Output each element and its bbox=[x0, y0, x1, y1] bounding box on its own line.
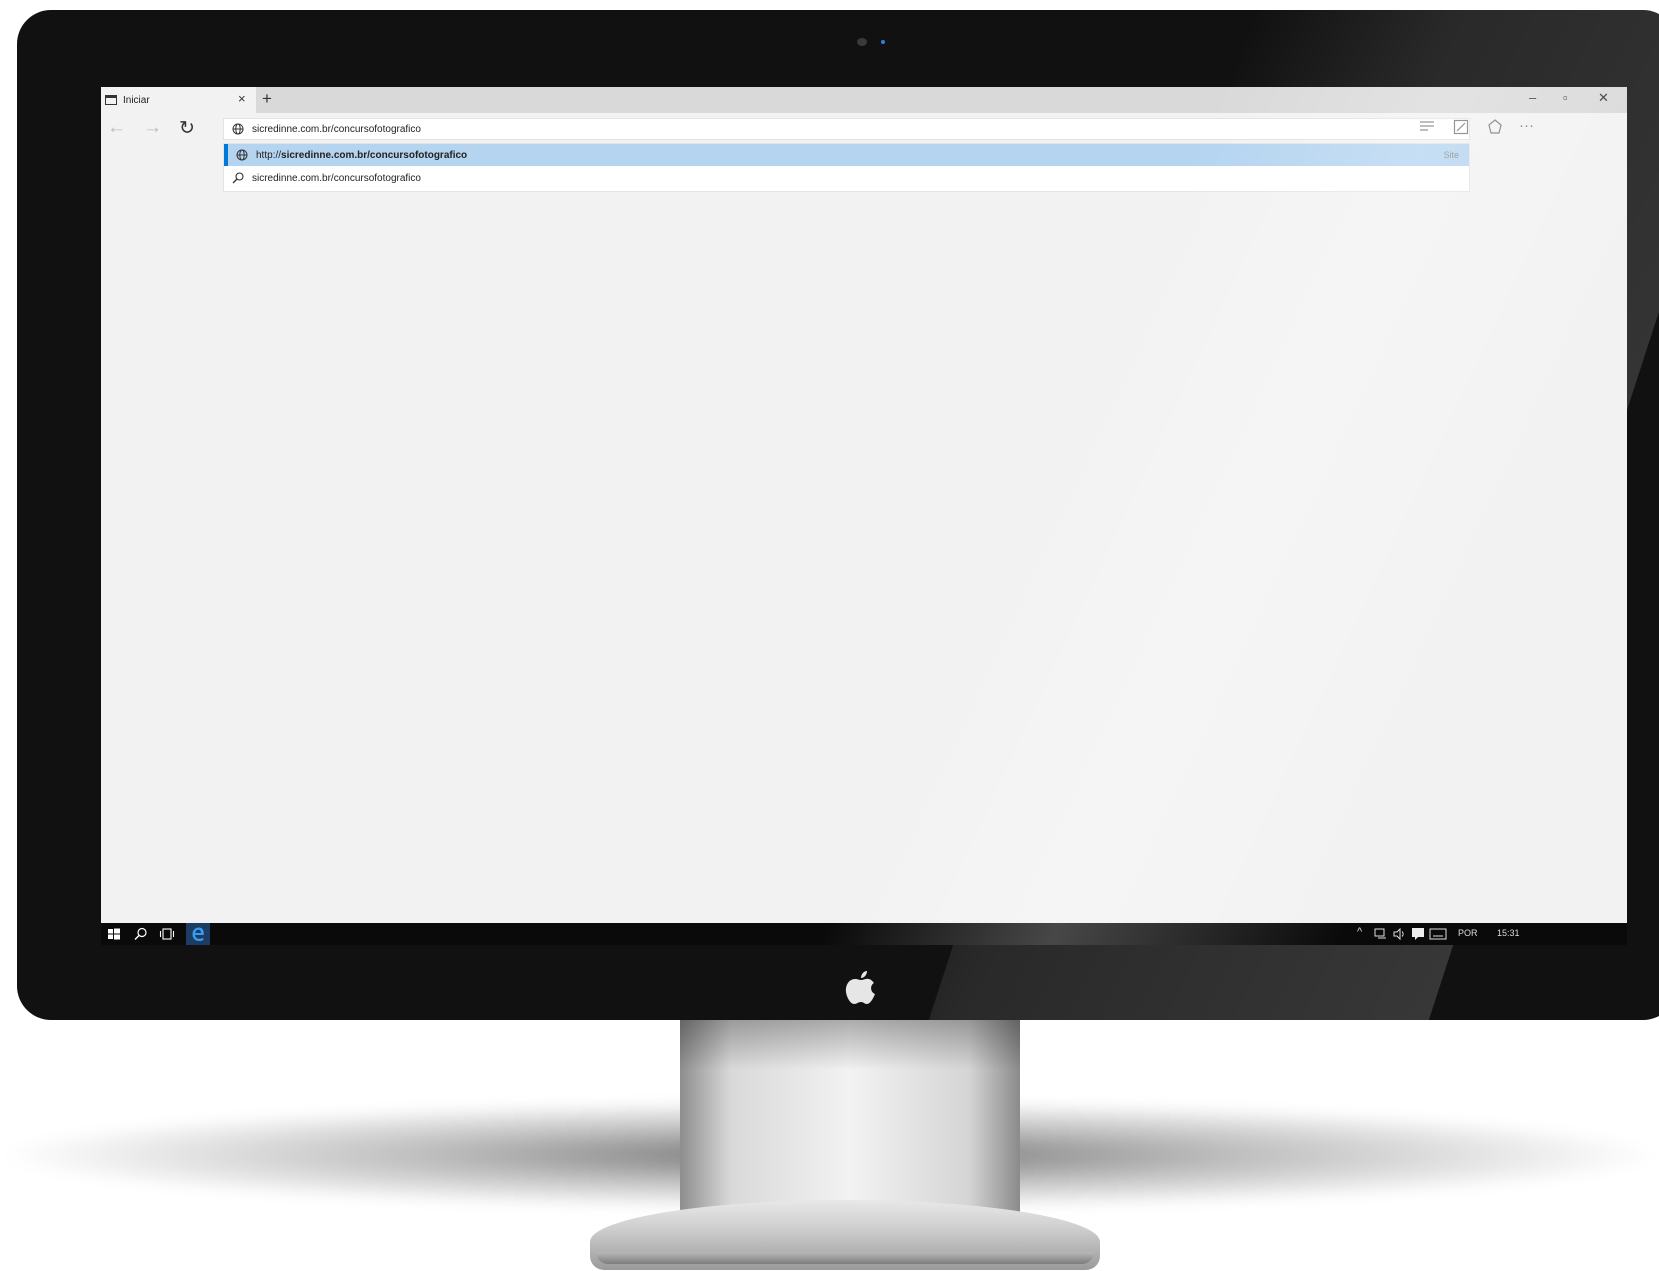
task-view-icon[interactable] bbox=[158, 926, 176, 942]
suggestion-tag: Site bbox=[1443, 150, 1459, 160]
monitor-stand-base-edge bbox=[596, 1252, 1094, 1264]
tab-page-icon bbox=[105, 95, 117, 105]
screen: Iniciar × + – ▫ ✕ ← → ↻ sicredinne.com.b… bbox=[101, 87, 1627, 945]
more-icon[interactable]: ··· bbox=[1519, 117, 1534, 134]
suggestion-item[interactable]: sicredinne.com.br/concursofotografico bbox=[224, 167, 1469, 189]
suggestion-prefix: http:// bbox=[256, 149, 282, 161]
apple-logo-icon bbox=[845, 971, 875, 1004]
navigation-bar: ← → ↻ sicredinne.com.br/concursofotograf… bbox=[101, 113, 1627, 147]
share-icon[interactable] bbox=[1487, 119, 1503, 135]
taskbar: ^ POR 15:31 bbox=[101, 923, 1627, 945]
notification-icon[interactable] bbox=[1411, 927, 1425, 941]
reading-view-icon[interactable] bbox=[1419, 119, 1435, 133]
tray-chevron-icon[interactable]: ^ bbox=[1357, 926, 1362, 938]
suggestion-text: http://sicredinne.com.br/concursofotogra… bbox=[256, 150, 467, 161]
camera-icon bbox=[857, 38, 867, 46]
keyboard-icon[interactable] bbox=[1429, 928, 1447, 940]
globe-icon bbox=[232, 123, 244, 135]
address-bar[interactable]: sicredinne.com.br/concursofotografico bbox=[223, 118, 1470, 140]
suggestion-text: sicredinne.com.br/concursofotografico bbox=[252, 172, 421, 184]
address-input[interactable]: sicredinne.com.br/concursofotografico bbox=[252, 124, 421, 135]
back-button[interactable]: ← bbox=[107, 117, 126, 139]
volume-icon[interactable] bbox=[1393, 928, 1407, 940]
camera-led bbox=[881, 40, 885, 44]
windows-start-icon[interactable] bbox=[105, 926, 123, 942]
maximize-button[interactable]: ▫ bbox=[1563, 90, 1568, 105]
forward-button[interactable]: → bbox=[143, 117, 162, 139]
tab-title: Iniciar bbox=[123, 94, 150, 106]
address-suggestions: http://sicredinne.com.br/concursofotogra… bbox=[223, 143, 1470, 192]
search-icon[interactable] bbox=[132, 926, 150, 942]
suggestion-match: sicredinne.com.br/concursofotografico bbox=[281, 149, 468, 161]
tab-bar: Iniciar × + – ▫ ✕ bbox=[101, 87, 1627, 113]
tab-iniciar[interactable]: Iniciar × bbox=[101, 87, 256, 113]
search-icon bbox=[232, 172, 244, 184]
suggestion-item[interactable]: http://sicredinne.com.br/concursofotogra… bbox=[224, 144, 1469, 166]
web-note-icon[interactable] bbox=[1453, 119, 1469, 135]
screen-glare bbox=[101, 87, 1627, 945]
language-indicator[interactable]: POR bbox=[1458, 928, 1478, 938]
new-tab-button[interactable]: + bbox=[262, 89, 272, 109]
minimize-button[interactable]: – bbox=[1529, 90, 1536, 105]
edge-icon bbox=[192, 927, 204, 941]
edge-taskbar-button[interactable] bbox=[186, 923, 210, 945]
clock[interactable]: 15:31 bbox=[1497, 928, 1520, 938]
network-icon[interactable] bbox=[1374, 928, 1388, 940]
refresh-button[interactable]: ↻ bbox=[179, 117, 195, 140]
globe-icon bbox=[236, 149, 248, 161]
close-window-button[interactable]: ✕ bbox=[1598, 90, 1609, 106]
tab-close-icon[interactable]: × bbox=[238, 91, 246, 106]
monitor-bezel: Iniciar × + – ▫ ✕ ← → ↻ sicredinne.com.b… bbox=[17, 10, 1659, 1020]
